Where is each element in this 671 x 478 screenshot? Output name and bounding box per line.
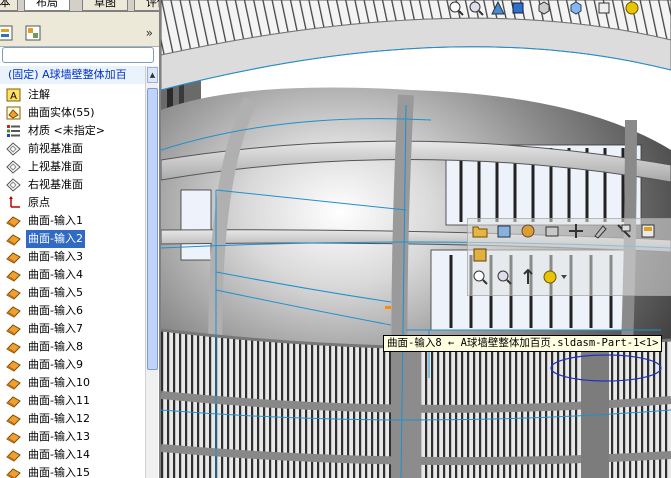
property-manager-icon[interactable] <box>24 24 42 42</box>
zoom-to-area-icon[interactable] <box>468 0 484 16</box>
plane-icon <box>6 160 21 174</box>
tree-root-label: (固定) A球墙壁整体加百 <box>8 68 127 81</box>
surface-import-icon <box>6 396 21 408</box>
edit-part-icon[interactable] <box>496 223 512 239</box>
surface-import-icon <box>6 432 21 444</box>
surface-import-icon <box>6 342 21 354</box>
scroll-up-arrow-icon[interactable]: ▲ <box>147 67 158 83</box>
zoom-to-fit-icon[interactable] <box>448 0 464 16</box>
command-tabs: 本 布局 草图 评估 <box>0 0 159 12</box>
section-view-icon[interactable] <box>490 0 506 16</box>
change-transparency-icon[interactable] <box>544 223 560 239</box>
expand-chevron-icon[interactable]: » <box>146 26 153 40</box>
surface-bodies-icon <box>6 106 21 120</box>
surface-import-icon <box>6 216 21 228</box>
appearance-icon[interactable] <box>640 223 656 239</box>
tab-evaluate[interactable]: 评估 <box>134 0 159 11</box>
plane-icon <box>6 142 21 156</box>
tab-layout[interactable]: 布局 <box>24 0 70 11</box>
assembly-icon[interactable] <box>472 247 488 263</box>
graphics-viewport[interactable]: 曲面-输入8 ← A球墙壁整体加百页.sldasm-Part-1<1> <box>161 0 671 478</box>
origin-icon <box>9 196 20 208</box>
surface-import-icon <box>6 288 21 300</box>
open-part-icon[interactable] <box>472 223 488 239</box>
tree-root-item[interactable]: (固定) A球墙壁整体加百 <box>0 66 145 84</box>
view-orientation-icon[interactable] <box>510 0 526 16</box>
annotation-icon: A <box>6 88 21 102</box>
surface-import-icon <box>6 252 21 264</box>
component-properties-icon[interactable] <box>520 223 536 239</box>
filter-input[interactable] <box>2 47 154 63</box>
tab-sketch[interactable]: 草图 <box>82 0 128 11</box>
plane-icon <box>6 178 21 192</box>
display-mode-dropdown-icon[interactable] <box>542 269 568 285</box>
surface-import-icon <box>6 468 21 478</box>
surface-import-icon <box>6 360 21 372</box>
tab-0[interactable]: 本 <box>0 0 18 11</box>
zoom-to-selection-icon[interactable] <box>472 269 488 285</box>
isolate-icon[interactable] <box>616 223 632 239</box>
surface-import-icon <box>6 450 21 462</box>
feature-manager-icon[interactable] <box>0 24 14 42</box>
edit-appearance-icon[interactable] <box>596 0 612 16</box>
feature-tree: (固定) A球墙壁整体加百 A 注解 曲面实体(55) 材质 <未指定> 前视基… <box>0 66 145 478</box>
feature-manager-panel: 本 布局 草图 评估 » (固定) A球墙壁整体加百 A 注解 <box>0 0 159 478</box>
zoom-icon[interactable] <box>496 269 512 285</box>
surface-tooltip: 曲面-输入8 ← A球墙壁整体加百页.sldasm-Part-1<1> <box>383 335 663 352</box>
context-toolbar <box>467 218 671 296</box>
material-icon <box>7 125 20 137</box>
scene-icon[interactable] <box>624 0 640 16</box>
surface-import-icon <box>6 414 21 426</box>
mate-icon[interactable] <box>592 223 608 239</box>
surface-import-icon <box>6 270 21 282</box>
normal-to-icon[interactable] <box>520 269 536 285</box>
surface-import-icon <box>6 324 21 336</box>
heads-up-view-toolbar <box>446 0 671 22</box>
display-style-icon[interactable] <box>536 0 552 16</box>
surface-import-icon <box>6 378 21 390</box>
feature-tree-scrollbar[interactable]: ▲ <box>145 66 158 478</box>
hide-show-items-icon[interactable] <box>568 0 584 16</box>
svg-text:A: A <box>10 91 17 102</box>
scrollbar-thumb[interactable] <box>147 88 158 370</box>
move-component-icon[interactable] <box>568 223 584 239</box>
surface-import-icon <box>6 306 21 318</box>
surface-import-icon <box>6 234 21 246</box>
panel-toolstrip: » <box>0 12 159 47</box>
